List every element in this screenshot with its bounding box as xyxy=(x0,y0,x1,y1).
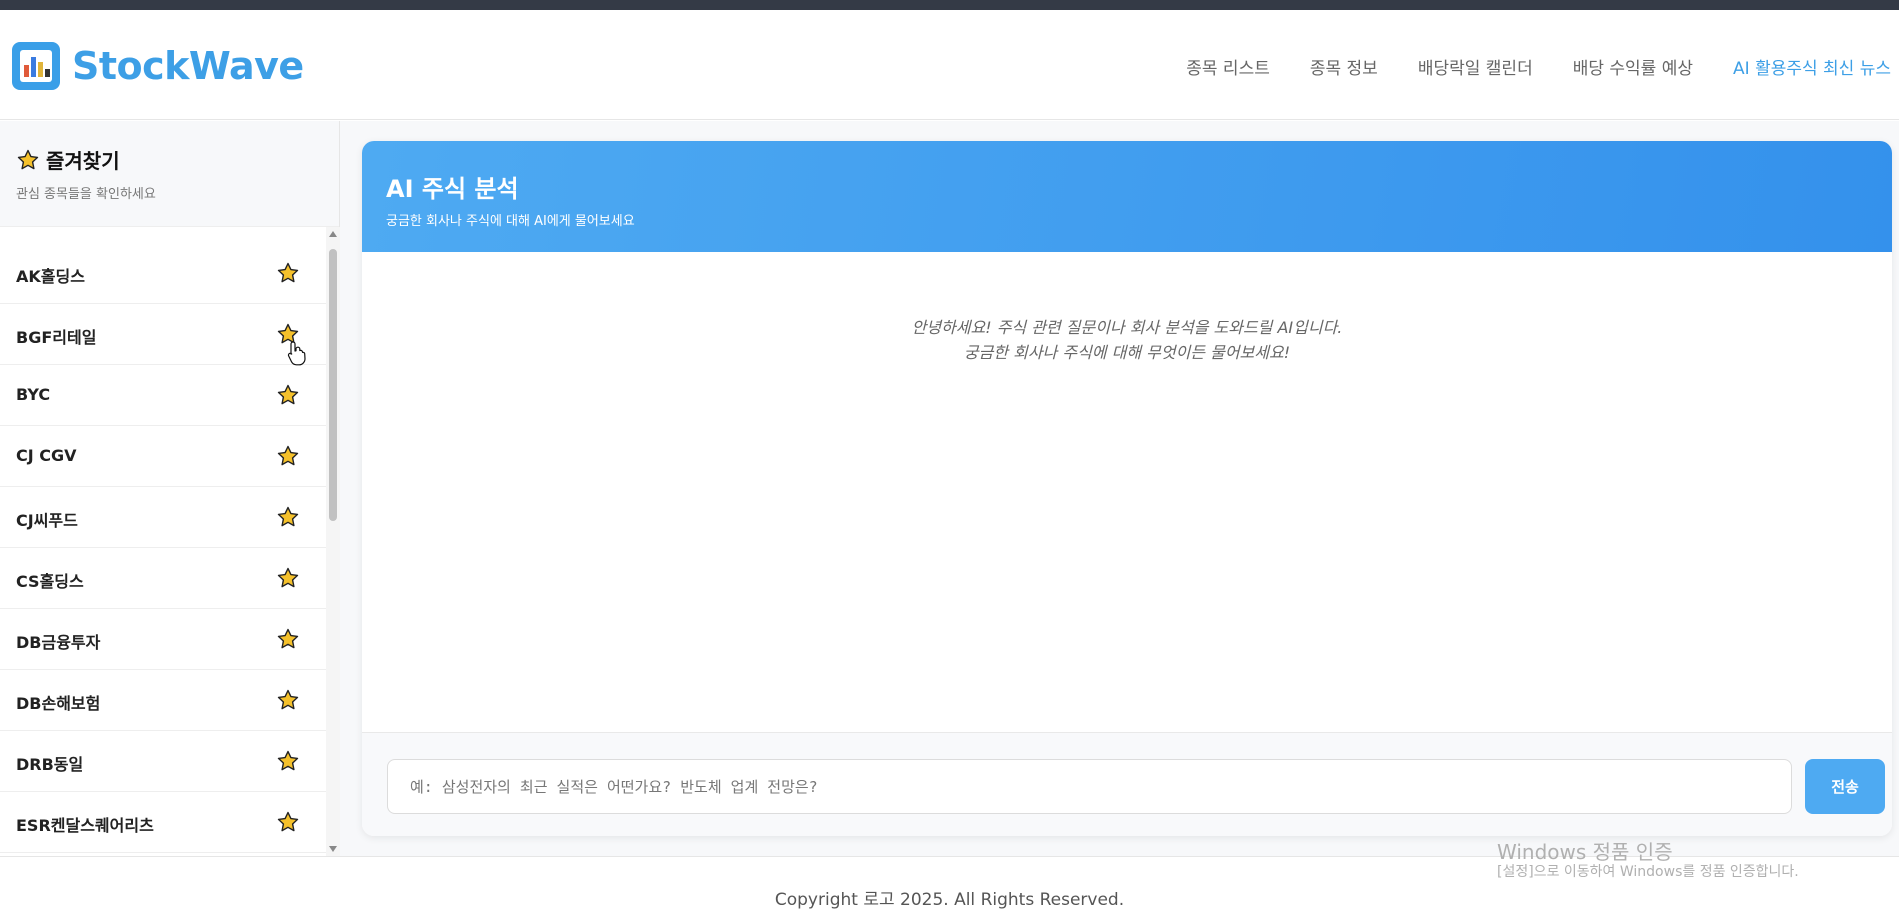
chat-messages: 안녕하세요! 주식 관련 질문이나 회사 분석을 도와드릴 AI입니다. 궁금한… xyxy=(362,252,1892,732)
site-header: StockWave 종목 리스트 종목 정보 배당락일 캘린더 배당 수익률 예… xyxy=(0,10,1899,120)
bar-chart-icon[interactable] xyxy=(12,42,60,90)
star-icon[interactable] xyxy=(276,566,300,590)
main-content: AI 주식 분석 궁금한 회사나 주식에 대해 AI에게 물어보세요 안녕하세요… xyxy=(340,121,1899,856)
sidebar-scrollbar[interactable] xyxy=(326,227,340,856)
nav-dividend-yield[interactable]: 배당 수익률 예상 xyxy=(1573,54,1693,82)
scroll-up-icon[interactable] xyxy=(329,231,337,237)
welcome-line-1: 안녕하세요! 주식 관련 질문이나 회사 분석을 도와드릴 AI입니다. xyxy=(911,318,1343,337)
stock-name[interactable]: CS홀딩스 xyxy=(16,568,84,592)
list-item[interactable]: CS홀딩스 xyxy=(0,548,326,609)
chat-input[interactable] xyxy=(387,759,1792,814)
stock-name[interactable]: AK홀딩스 xyxy=(16,263,85,287)
welcome-line-2: 궁금한 회사나 주식에 대해 무엇이든 물어보세요! xyxy=(963,343,1291,362)
favorites-subtitle: 관심 종목들을 확인하세요 xyxy=(16,187,156,202)
favorites-sidebar: 즐겨찾기 관심 종목들을 확인하세요 AK홀딩스 BGF리테일 BYC CJ C… xyxy=(0,121,340,856)
star-icon[interactable] xyxy=(276,505,300,529)
star-icon[interactable] xyxy=(276,688,300,712)
star-icon[interactable] xyxy=(276,261,300,285)
star-icon[interactable] xyxy=(276,444,300,468)
stock-name[interactable]: BYC xyxy=(16,385,50,404)
send-button[interactable]: 전송 xyxy=(1805,759,1885,814)
chat-input-bar: 전송 xyxy=(362,732,1892,836)
list-item[interactable]: CJ CGV xyxy=(0,426,326,487)
list-item[interactable]: CJ씨푸드 xyxy=(0,487,326,548)
star-icon[interactable] xyxy=(276,749,300,773)
chat-header: AI 주식 분석 궁금한 회사나 주식에 대해 AI에게 물어보세요 xyxy=(362,141,1892,252)
list-item[interactable]: AK홀딩스 xyxy=(0,243,326,304)
hand-cursor-icon xyxy=(287,341,306,366)
welcome-message: 안녕하세요! 주식 관련 질문이나 회사 분석을 도와드릴 AI입니다. 궁금한… xyxy=(362,315,1892,365)
star-icon[interactable] xyxy=(276,627,300,651)
window-top-bar xyxy=(0,0,1899,10)
stock-name[interactable]: CJ씨푸드 xyxy=(16,507,78,531)
favorites-header: 즐겨찾기 관심 종목들을 확인하세요 xyxy=(0,121,339,227)
main-nav: 종목 리스트 종목 정보 배당락일 캘린더 배당 수익률 예상 AI 활용주식 … xyxy=(1186,54,1899,82)
nav-dividend-calendar[interactable]: 배당락일 캘린더 xyxy=(1418,54,1533,82)
star-icon[interactable] xyxy=(276,383,300,407)
chat-title: AI 주식 분석 xyxy=(386,175,519,203)
stock-name[interactable]: DB손해보험 xyxy=(16,690,100,714)
star-icon xyxy=(17,149,39,169)
scrollbar-thumb[interactable] xyxy=(329,249,337,521)
stock-name[interactable]: BGF리테일 xyxy=(16,324,96,348)
list-item[interactable]: DB금융투자 xyxy=(0,609,326,670)
nav-ai-news[interactable]: AI 활용주식 최신 뉴스 xyxy=(1733,54,1891,82)
stock-name[interactable]: DB금융투자 xyxy=(16,629,100,653)
list-item[interactable]: DRB동일 xyxy=(0,731,326,792)
nav-stock-list[interactable]: 종목 리스트 xyxy=(1186,54,1270,82)
brand-name[interactable]: StockWave xyxy=(72,44,304,88)
activation-watermark-text: [설정]으로 이동하여 Windows를 정품 인증합니다. xyxy=(1497,864,1799,880)
favorites-title: 즐겨찾기 xyxy=(16,145,120,174)
list-item[interactable]: ESR켄달스퀘어리츠 xyxy=(0,792,326,853)
list-item[interactable]: BYC xyxy=(0,365,326,426)
favorites-list: AK홀딩스 BGF리테일 BYC CJ CGV CJ씨푸드 CS홀딩스 DB금융… xyxy=(0,243,326,855)
star-icon[interactable] xyxy=(276,810,300,834)
ai-chat-card: AI 주식 분석 궁금한 회사나 주식에 대해 AI에게 물어보세요 안녕하세요… xyxy=(362,141,1892,836)
favorites-title-text: 즐겨찾기 xyxy=(46,149,120,173)
stock-name[interactable]: CJ CGV xyxy=(16,446,77,465)
scroll-down-icon[interactable] xyxy=(329,846,337,852)
nav-stock-info[interactable]: 종목 정보 xyxy=(1310,54,1378,82)
copyright-text: Copyright 로고 2025. All Rights Reserved. xyxy=(774,890,1125,910)
list-item[interactable]: DB손해보험 xyxy=(0,670,326,731)
stock-name[interactable]: DRB동일 xyxy=(16,751,83,775)
list-item[interactable]: BGF리테일 xyxy=(0,304,326,365)
chat-subtitle: 궁금한 회사나 주식에 대해 AI에게 물어보세요 xyxy=(386,214,635,229)
stock-name[interactable]: ESR켄달스퀘어리츠 xyxy=(16,812,154,836)
